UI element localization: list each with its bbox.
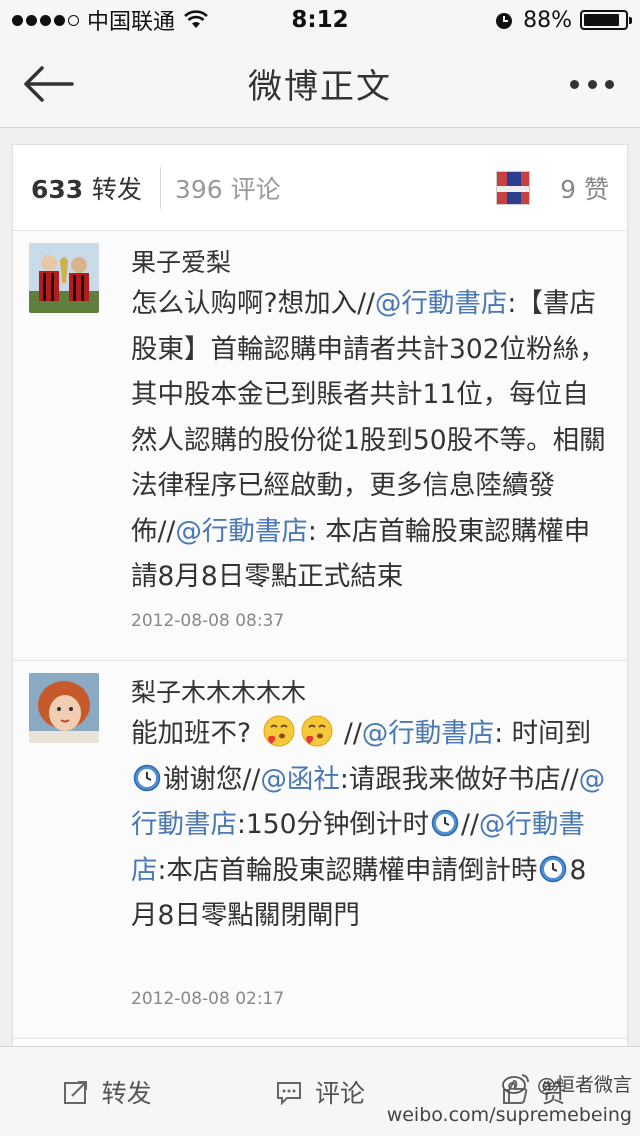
tab-likes[interactable]: 9 赞 <box>496 170 609 206</box>
repost-text: 能加班不? //@行動書店: 时间到谢谢您//@函社:请跟我来做好书店//@行動… <box>131 711 611 939</box>
tab-reposts[interactable]: 633 转发 <box>31 170 142 206</box>
back-arrow-icon <box>24 66 74 102</box>
carrier-name: 中国联通 <box>87 10 176 35</box>
wifi-icon <box>184 10 208 28</box>
share-icon <box>63 1080 87 1104</box>
comment-icon <box>276 1081 301 1105</box>
clock-icon <box>133 764 161 791</box>
navigation-bar: 微博正文 <box>0 40 640 128</box>
repost-text-segment: 能加班不? <box>131 718 260 749</box>
clock-icon <box>540 855 567 882</box>
repost-text-segment: :【書店股東】首輪認購申請者共計302位粉絲，其中股本金已到賬者共計11位，每位… <box>131 288 606 547</box>
like-tab-label: 赞 <box>583 174 609 204</box>
weibo-watermark: @恒者微言 weibo.com/supremebeing <box>387 1070 632 1130</box>
repost-comment-tabs: 633 转发 396 评论 9 赞 <box>13 145 627 231</box>
more-dots-icon <box>570 79 579 89</box>
watermark-url: weibo.com/supremebeing <box>386 1104 632 1126</box>
like-count: 9 <box>560 174 577 204</box>
timestamp: 2012-08-08 08:37 <box>131 611 285 631</box>
repost-list-card: 633 转发 396 评论 9 赞 果子爱梨 怎么认购啊?想加入//@行動書店:… <box>12 144 628 1136</box>
kiss-emoji <box>301 715 332 747</box>
repost-text-segment: :请跟我来做好书店// <box>339 763 579 795</box>
tab-comments[interactable]: 396 评论 <box>175 170 281 206</box>
signal-strength-icon <box>12 14 79 26</box>
list-item[interactable]: 梨子木木木木木 能加班不? //@行動書店: 时间到谢谢您//@函社:请跟我来做… <box>13 661 627 1039</box>
mention-link[interactable]: @行動書店 <box>375 288 508 319</box>
timestamp: 2012-08-08 02:17 <box>131 989 285 1009</box>
avatar[interactable] <box>29 243 99 313</box>
watermark-handle: @恒者微言 <box>536 1074 632 1096</box>
repost-button-label: 转发 <box>101 1078 152 1108</box>
comment-button-label: 评论 <box>314 1078 365 1108</box>
repost-count: 633 <box>31 174 84 204</box>
weibo-post-detail-screen: 中国联通 8:12 88% 微博正文 633 转发 396 评论 9 赞 果子爱… <box>0 0 640 1136</box>
repost-text-segment: // <box>461 809 479 840</box>
repost-text-segment: : 时间到 <box>494 718 592 749</box>
liker-avatar[interactable] <box>496 170 531 205</box>
repost-text: 怎么认购啊?想加入//@行動書店:【書店股東】首輪認購申請者共計302位粉絲，其… <box>131 281 611 600</box>
repost-button[interactable]: 转发 <box>0 1074 213 1110</box>
status-bar: 中国联通 8:12 88% <box>0 0 640 40</box>
username[interactable]: 果子爱梨 <box>131 243 231 279</box>
comment-tab-label: 评论 <box>230 174 281 204</box>
repost-text-segment: 谢谢您// <box>163 763 261 795</box>
alarm-icon <box>496 13 513 29</box>
repost-text-segment: :本店首輪股東認購權申請倒計時 <box>157 854 538 886</box>
tab-divider <box>159 166 161 209</box>
list-item[interactable]: 果子爱梨 怎么认购啊?想加入//@行動書店:【書店股東】首輪認購申請者共計302… <box>13 231 627 661</box>
repost-text-segment: // <box>335 718 362 749</box>
battery-icon <box>580 10 632 30</box>
comment-count: 396 <box>174 174 223 204</box>
username[interactable]: 梨子木木木木木 <box>131 673 306 709</box>
mention-link[interactable]: @函社 <box>260 764 340 795</box>
mention-link[interactable]: @行動書店 <box>362 718 495 749</box>
repost-text-segment: :150分钟倒计时 <box>237 809 430 840</box>
clock-icon <box>431 809 459 837</box>
back-button[interactable] <box>22 60 78 108</box>
repost-text-segment: 怎么认购啊?想加入// <box>131 288 375 319</box>
avatar[interactable] <box>29 673 99 743</box>
more-options-button[interactable] <box>570 70 614 98</box>
mention-link[interactable]: @行動書店 <box>175 516 308 547</box>
battery-percent: 88% <box>523 7 572 33</box>
weibo-logo-icon <box>502 1074 529 1094</box>
battery-level-fill <box>584 14 620 26</box>
kiss-emoji <box>263 715 294 747</box>
repost-tab-label: 转发 <box>91 174 142 204</box>
page-title: 微博正文 <box>248 67 392 107</box>
